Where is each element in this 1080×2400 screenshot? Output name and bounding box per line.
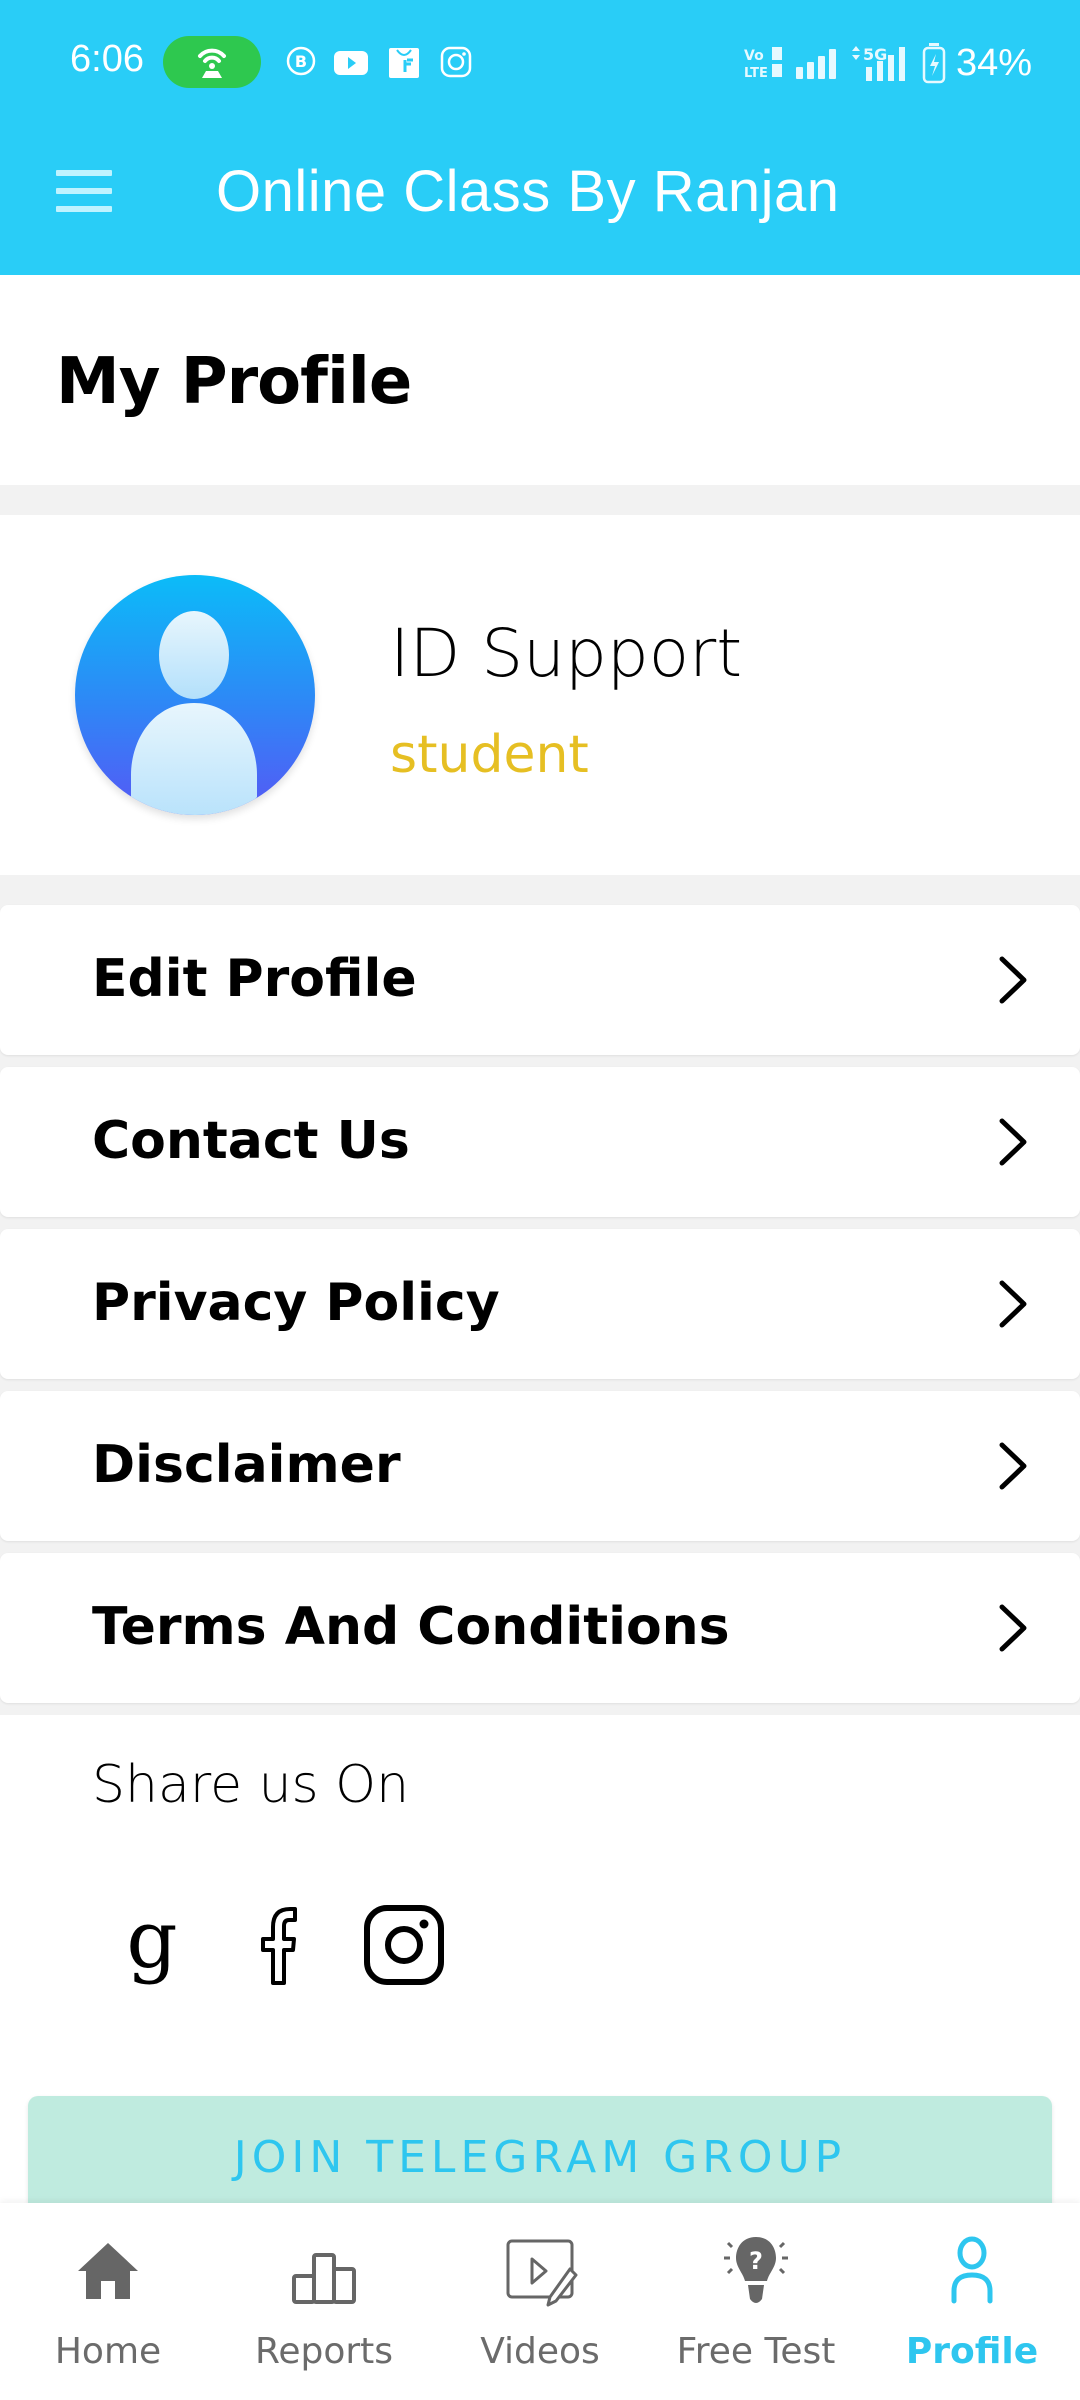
bottom-navigation: Home Reports Videos ? Free Test Profile xyxy=(0,2203,1080,2400)
menu-item-label: Disclaimer xyxy=(92,1435,401,1495)
instagram-status-icon xyxy=(440,46,472,78)
nav-tab-home[interactable]: Home xyxy=(0,2203,216,2400)
nav-label: Free Test xyxy=(676,2331,836,2372)
page-title-section: My Profile xyxy=(0,275,1080,485)
facebook-share-icon[interactable] xyxy=(238,1905,318,1985)
menu-item-privacy-policy[interactable]: Privacy Policy xyxy=(0,1229,1080,1379)
reports-icon xyxy=(292,2253,356,2304)
page-title: My Profile xyxy=(56,345,412,419)
google-share-icon[interactable]: g xyxy=(112,1905,192,1985)
user-role: student xyxy=(390,725,589,785)
hamburger-menu-icon[interactable] xyxy=(56,170,112,212)
volte-icon: Vo LTE xyxy=(744,47,782,81)
hotspot-icon xyxy=(198,48,226,78)
status-time: 6:06 xyxy=(70,38,144,80)
youtube-icon xyxy=(334,51,368,75)
chevron-right-icon xyxy=(999,1118,1027,1166)
profile-icon xyxy=(951,2236,993,2304)
business-chat-icon: B xyxy=(286,46,316,76)
nav-tab-profile[interactable]: Profile xyxy=(864,2203,1080,2400)
svg-text:g: g xyxy=(126,1905,177,1985)
svg-text:LTE: LTE xyxy=(744,66,768,81)
5g-signal-icon: 5G xyxy=(851,45,905,81)
free-test-icon: ? xyxy=(724,2237,788,2303)
app-title: Online Class By Ranjan xyxy=(216,159,840,224)
battery-charging-icon xyxy=(922,43,946,84)
nav-tab-videos[interactable]: Videos xyxy=(432,2203,648,2400)
svg-text:5G: 5G xyxy=(863,45,887,64)
status-right-cluster: Vo LTE 5G 34% xyxy=(744,38,1032,88)
menu-item-label: Contact Us xyxy=(92,1111,410,1171)
chevron-right-icon xyxy=(999,1280,1027,1328)
instagram-share-icon[interactable] xyxy=(364,1905,444,1985)
videos-icon xyxy=(506,2239,578,2307)
menu-item-contact-us[interactable]: Contact Us xyxy=(0,1067,1080,1217)
menu-item-terms-and-conditions[interactable]: Terms And Conditions xyxy=(0,1553,1080,1703)
nav-tab-free-test[interactable]: ? Free Test xyxy=(648,2203,864,2400)
chevron-right-icon xyxy=(999,1604,1027,1652)
nav-label: Home xyxy=(54,2331,162,2372)
chevron-right-icon xyxy=(999,956,1027,1004)
menu-item-label: Terms And Conditions xyxy=(92,1597,730,1657)
menu-item-disclaimer[interactable]: Disclaimer xyxy=(0,1391,1080,1541)
user-avatar-icon xyxy=(131,611,257,815)
avatar xyxy=(75,575,315,815)
svg-text:Vo: Vo xyxy=(744,48,764,64)
hotspot-indicator[interactable] xyxy=(163,36,261,88)
svg-text:B: B xyxy=(295,52,307,71)
join-telegram-label: JOIN TELEGRAM GROUP xyxy=(233,2132,847,2183)
home-icon xyxy=(78,2243,138,2299)
chevron-right-icon xyxy=(999,1442,1027,1490)
app-bar: Online Class By Ranjan xyxy=(0,130,1080,275)
nav-label: Videos xyxy=(480,2331,600,2372)
menu-item-label: Privacy Policy xyxy=(92,1273,500,1333)
status-bar: 6:06 B Vo LTE 5G 34% xyxy=(0,0,1080,130)
signal-icon xyxy=(795,49,836,79)
menu-item-edit-profile[interactable]: Edit Profile xyxy=(0,905,1080,1055)
share-label: Share us On xyxy=(92,1755,410,1815)
user-name: ID Support xyxy=(390,615,743,692)
battery-percentage: 34% xyxy=(955,41,1032,84)
menu-item-label: Edit Profile xyxy=(92,949,417,1009)
svg-text:?: ? xyxy=(749,2247,763,2275)
profile-card: ID Support student xyxy=(0,515,1080,875)
nav-label: Reports xyxy=(254,2331,394,2372)
flipkart-icon xyxy=(389,48,419,78)
nav-label: Profile xyxy=(905,2331,1039,2372)
nav-tab-reports[interactable]: Reports xyxy=(216,2203,432,2400)
